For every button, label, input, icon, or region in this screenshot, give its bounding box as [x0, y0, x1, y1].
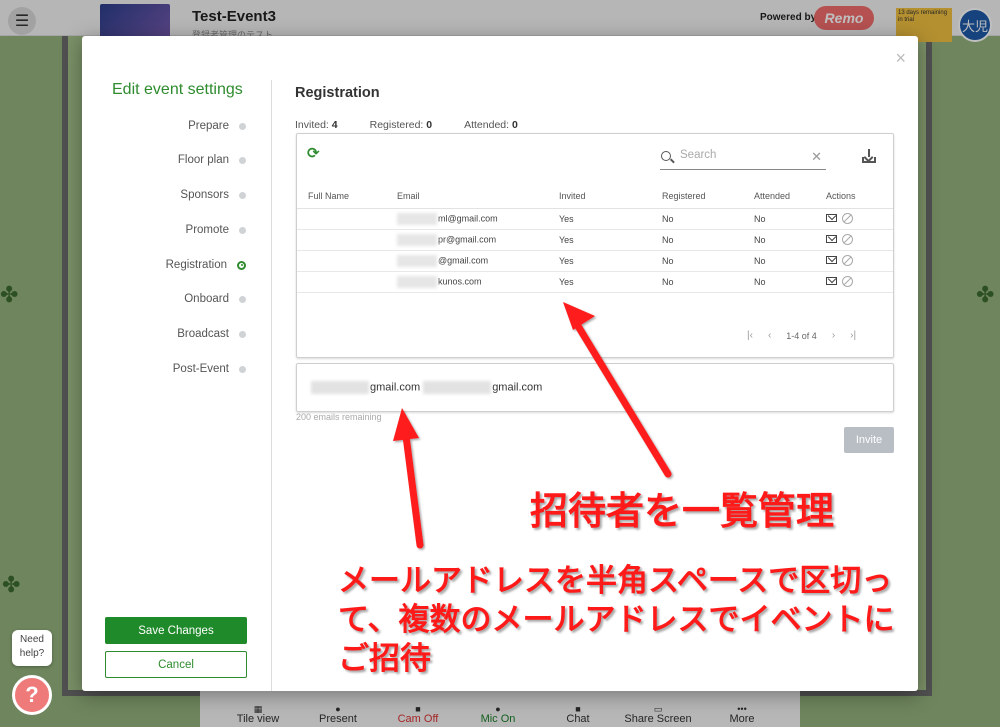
annotation-arrow-invite [393, 408, 424, 549]
annotation-email-note: メールアドレスを半角スペースで区切って、複数のメールアドレスでイベントにご招待 [338, 563, 895, 677]
annotation-arrow-table [563, 302, 672, 478]
annotation-list-note: 招待者を一覧管理 [530, 489, 835, 533]
